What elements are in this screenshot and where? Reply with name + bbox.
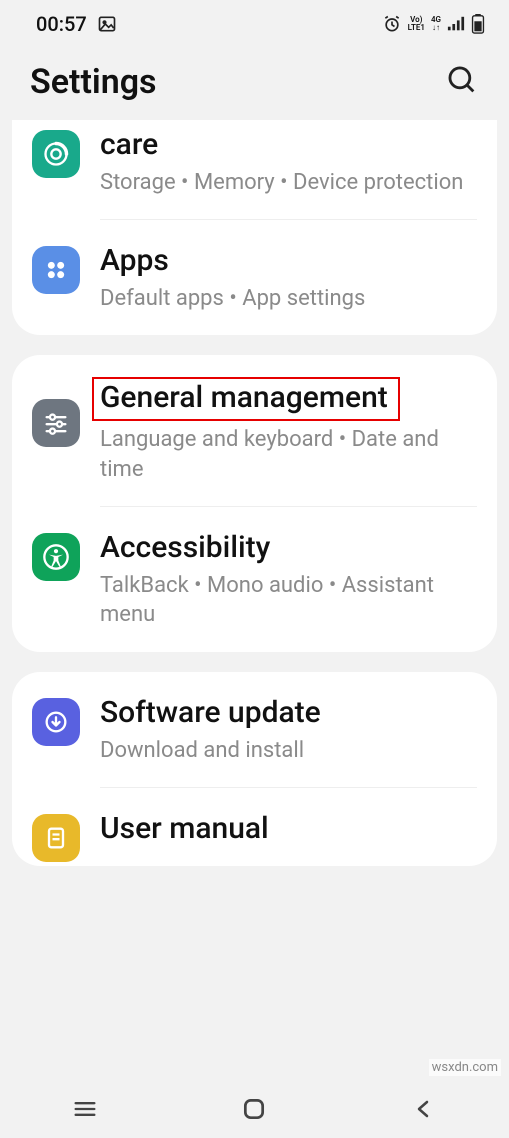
- alarm-icon: [382, 14, 402, 34]
- settings-group: Software update Download and install Use…: [12, 672, 497, 866]
- settings-row-device-care[interactable]: care Storage • Memory • Device protectio…: [12, 120, 497, 219]
- search-button[interactable]: [445, 63, 479, 101]
- row-subtitle: TalkBack • Mono audio • Assistant menu: [100, 571, 477, 630]
- row-title: Accessibility: [100, 529, 477, 567]
- navigation-bar: [0, 1080, 509, 1138]
- apps-icon: [32, 246, 80, 294]
- header: Settings: [0, 44, 509, 120]
- settings-row-apps[interactable]: Apps Default apps • App settings: [12, 220, 497, 335]
- row-title: Software update: [100, 694, 477, 732]
- nav-back-button[interactable]: [384, 1097, 464, 1121]
- battery-icon: [471, 14, 485, 34]
- highlight-box: General management: [92, 377, 400, 421]
- row-title: Apps: [100, 242, 477, 280]
- row-subtitle: Storage • Memory • Device protection: [100, 168, 477, 198]
- nav-recents-button[interactable]: [45, 1095, 125, 1123]
- signal-icon: [447, 15, 465, 33]
- status-icons: Vo)LTE1 4G↓↑: [382, 14, 485, 34]
- settings-row-general-management[interactable]: General management Language and keyboard…: [12, 355, 497, 506]
- user-manual-icon: [32, 814, 80, 862]
- row-subtitle: Download and install: [100, 736, 477, 766]
- row-subtitle: Language and keyboard • Date and time: [100, 425, 477, 484]
- settings-row-accessibility[interactable]: Accessibility TalkBack • Mono audio • As…: [12, 507, 497, 652]
- row-title: care: [100, 126, 477, 164]
- nav-home-button[interactable]: [214, 1096, 294, 1122]
- row-subtitle: Default apps • App settings: [100, 284, 477, 314]
- page-title: Settings: [30, 62, 157, 102]
- device-care-icon: [32, 130, 80, 178]
- search-icon: [445, 63, 479, 97]
- row-title: User manual: [100, 810, 477, 848]
- settings-row-software-update[interactable]: Software update Download and install: [12, 672, 497, 787]
- watermark: wsxdn.com: [429, 1059, 501, 1076]
- accessibility-icon: [32, 533, 80, 581]
- general-management-icon: [32, 399, 80, 447]
- settings-group: care Storage • Memory • Device protectio…: [12, 120, 497, 335]
- settings-row-user-manual[interactable]: User manual: [12, 788, 497, 866]
- network-4g-icon: 4G↓↑: [431, 16, 441, 32]
- status-time: 00:57: [36, 12, 87, 36]
- picture-icon: [97, 14, 117, 34]
- status-bar: 00:57 Vo)LTE1 4G↓↑: [0, 0, 509, 44]
- row-title: General management: [100, 379, 388, 417]
- software-update-icon: [32, 698, 80, 746]
- volte-icon: Vo)LTE1: [408, 16, 425, 32]
- settings-group: General management Language and keyboard…: [12, 355, 497, 652]
